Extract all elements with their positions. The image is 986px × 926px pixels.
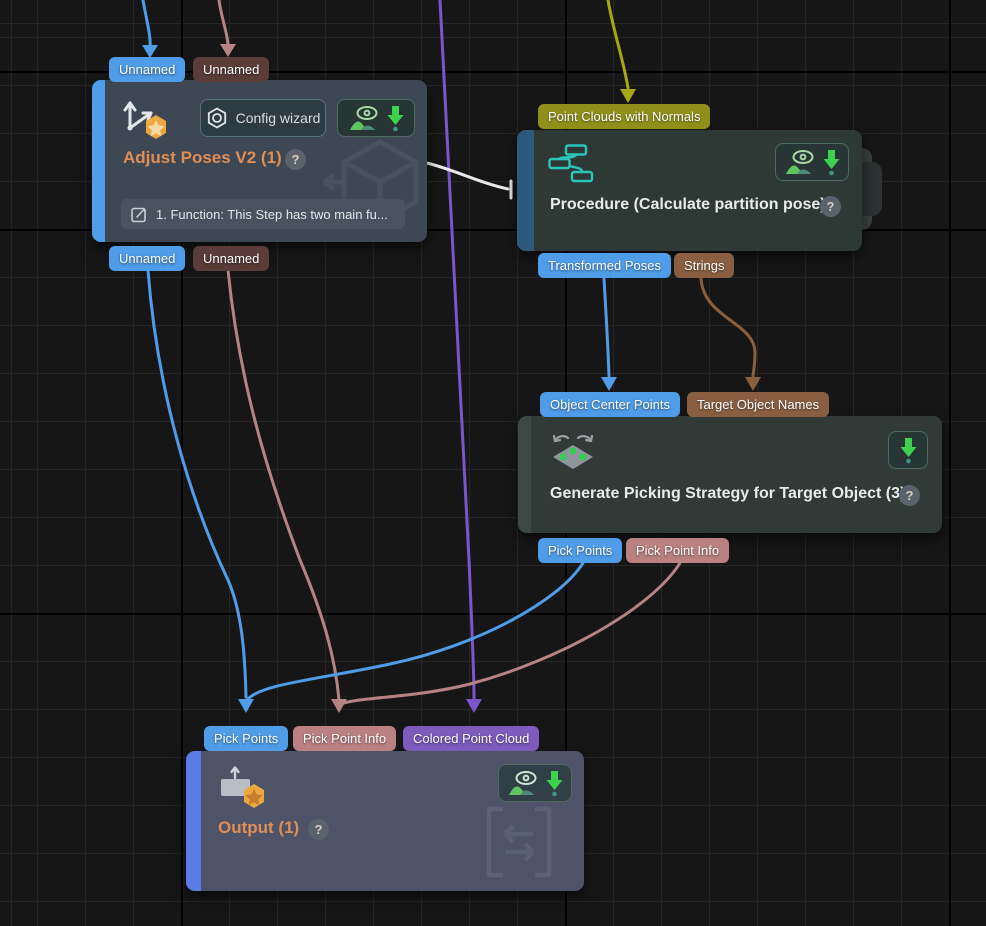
- port-generate-in-object-center-points[interactable]: Object Center Points: [540, 392, 680, 417]
- download-arrow-icon[interactable]: [823, 149, 840, 176]
- download-button[interactable]: [888, 431, 928, 469]
- wire-top-to-adjust-in1[interactable]: [143, 0, 150, 46]
- picking-strategy-icon: [548, 429, 598, 471]
- wire-arrow: [238, 699, 254, 713]
- visualize-download-button-group[interactable]: [775, 143, 849, 181]
- adjust-poses-icon: [118, 94, 170, 140]
- download-arrow-icon: [900, 437, 917, 464]
- wire-arrow: [620, 89, 636, 103]
- port-adjust-out-unnamed-1[interactable]: Unnamed: [109, 246, 185, 271]
- hexagon-config-icon: [206, 107, 228, 129]
- port-output-in-pick-point-info[interactable]: Pick Point Info: [293, 726, 396, 751]
- node-title: Procedure (Calculate partition pose): [550, 196, 826, 214]
- wire-arrow: [466, 699, 482, 713]
- visualization-eye-icon[interactable]: [785, 148, 815, 176]
- procedure-flowchart-icon: [548, 144, 598, 184]
- step-note[interactable]: 1. Function: This Step has two main fu..…: [121, 199, 405, 229]
- node-accent-bar: [92, 80, 105, 242]
- wire-generate-pick-point-info-to-output[interactable]: [341, 563, 680, 704]
- node-accent-bar: [517, 130, 534, 251]
- node-accent-bar: [518, 416, 531, 533]
- node-procedure[interactable]: Procedure (Calculate partition pose) ?: [517, 130, 862, 251]
- port-adjust-out-unnamed-2[interactable]: Unnamed: [193, 246, 269, 271]
- port-adjust-in-unnamed-2[interactable]: Unnamed: [193, 57, 269, 82]
- port-output-in-pick-points[interactable]: Pick Points: [204, 726, 288, 751]
- port-generate-out-pick-points[interactable]: Pick Points: [538, 538, 622, 563]
- port-generate-in-target-object-names[interactable]: Target Object Names: [687, 392, 829, 417]
- node-accent-bar: [186, 751, 201, 891]
- wire-adjust-out1-to-output-pick-points[interactable]: [148, 270, 246, 697]
- wire-arrow: [745, 377, 761, 391]
- port-generate-out-pick-point-info[interactable]: Pick Point Info: [626, 538, 729, 563]
- edit-note-icon: [131, 206, 148, 223]
- wire-adjust-out2-to-output-pick-point-info[interactable]: [228, 270, 339, 700]
- wire-top-to-adjust-in2[interactable]: [219, 0, 228, 44]
- port-procedure-out-strings[interactable]: Strings: [674, 253, 734, 278]
- download-arrow-icon[interactable]: [546, 770, 563, 797]
- download-arrow-icon[interactable]: [387, 105, 404, 132]
- config-wizard-button[interactable]: Config wizard: [200, 99, 326, 137]
- wire-arrow: [601, 377, 617, 391]
- node-title: Generate Picking Strategy for Target Obj…: [550, 485, 905, 503]
- visualization-eye-icon[interactable]: [508, 769, 538, 797]
- port-adjust-in-unnamed-1[interactable]: Unnamed: [109, 57, 185, 82]
- help-badge[interactable]: ?: [285, 149, 306, 170]
- port-procedure-out-transformed-poses[interactable]: Transformed Poses: [538, 253, 671, 278]
- wire-top-to-output-colored-point-cloud[interactable]: [440, 0, 474, 698]
- help-badge[interactable]: ?: [820, 196, 841, 217]
- visualization-eye-icon[interactable]: [349, 104, 379, 132]
- step-note-text: 1. Function: This Step has two main fu..…: [156, 207, 388, 222]
- config-wizard-label: Config wizard: [236, 110, 321, 126]
- port-procedure-in-point-clouds-with-normals[interactable]: Point Clouds with Normals: [538, 104, 710, 129]
- help-badge[interactable]: ?: [308, 819, 329, 840]
- wire-generate-pick-points-to-output[interactable]: [248, 563, 583, 699]
- visualize-download-button-group[interactable]: [498, 764, 572, 802]
- node-adjust-poses[interactable]: Config wizard Adjust Poses V2 (1) ? 1. F…: [92, 80, 427, 242]
- wire-arrow: [220, 44, 236, 57]
- node-title: Adjust Poses V2 (1): [123, 148, 282, 168]
- output-icon: [218, 765, 268, 809]
- node-title: Output (1): [218, 818, 299, 838]
- wire-transformed-poses-to-object-center-points[interactable]: [604, 278, 609, 376]
- wire-strings-to-target-object-names[interactable]: [701, 278, 755, 376]
- visualize-download-button-group[interactable]: [337, 99, 415, 137]
- wire-arrow: [331, 699, 347, 713]
- node-graph-canvas[interactable]: Config wizard Adjust Poses V2 (1) ? 1. F…: [0, 0, 986, 926]
- swap-watermark-icon: [484, 805, 554, 879]
- port-output-in-colored-point-cloud[interactable]: Colored Point Cloud: [403, 726, 539, 751]
- node-generate-picking-strategy[interactable]: Generate Picking Strategy for Target Obj…: [518, 416, 942, 533]
- wire-top-to-procedure-input[interactable]: [608, 0, 628, 88]
- node-output[interactable]: Output (1) ?: [186, 751, 584, 891]
- wire-adjust-to-procedure[interactable]: [427, 163, 508, 189]
- help-badge[interactable]: ?: [899, 485, 920, 506]
